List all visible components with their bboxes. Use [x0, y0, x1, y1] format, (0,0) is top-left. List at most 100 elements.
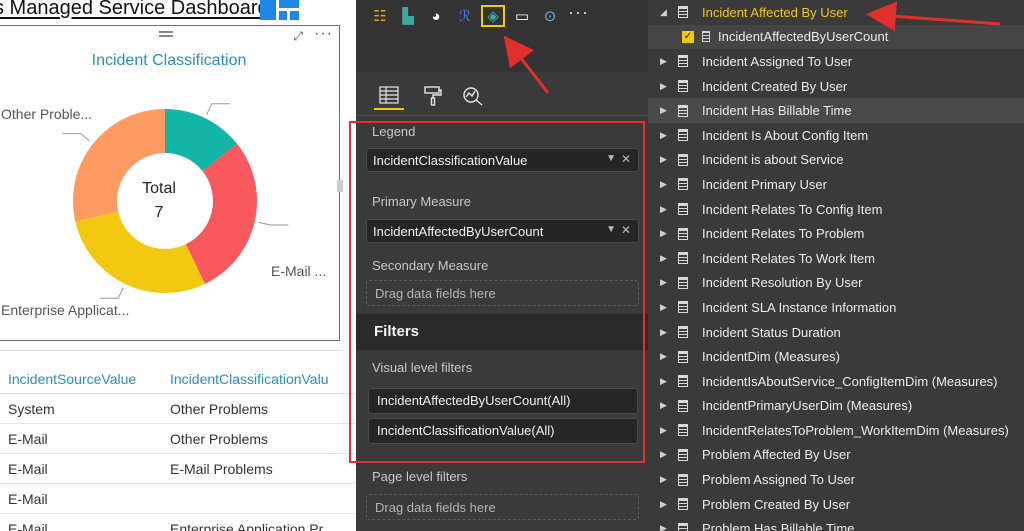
table-icon — [678, 424, 688, 437]
gauge-visual-icon[interactable]: ⊙ — [538, 5, 562, 27]
annotation-highlight-box — [349, 121, 645, 463]
table-item[interactable]: ▶ Incident Relates To Work Item — [648, 246, 1024, 271]
table-item[interactable]: ▶ IncidentPrimaryUserDim (Measures) — [648, 394, 1024, 419]
table-item[interactable]: ▶ Problem Assigned To User — [648, 467, 1024, 492]
expand-arrow-icon[interactable]: ▶ — [660, 327, 672, 338]
fields-tab-icon[interactable] — [374, 82, 404, 110]
analytics-tab-icon[interactable] — [458, 82, 488, 110]
table-icon — [678, 227, 688, 240]
table-row: E-Mail Other Problems — [0, 424, 356, 454]
expand-arrow-icon[interactable]: ▶ — [660, 449, 672, 460]
measure-icon — [702, 31, 710, 43]
table-icon — [678, 80, 688, 93]
table-item[interactable]: ▶ Incident Resolution By User — [648, 271, 1024, 296]
table-icon — [678, 473, 688, 486]
globe-visual-icon[interactable]: ◕ — [424, 5, 448, 27]
slice-label-enterprise: Enterprise Applicat... — [1, 302, 130, 318]
card-visual-icon[interactable]: ▭ — [510, 5, 534, 27]
table-item[interactable]: ▶ IncidentIsAboutService_ConfigItemDim (M… — [648, 369, 1024, 394]
expand-arrow-icon[interactable]: ▶ — [660, 204, 672, 215]
table-item[interactable]: ◢ Incident Affected By User — [648, 0, 1024, 25]
collapse-arrow-icon[interactable]: ◢ — [660, 7, 672, 18]
table-item[interactable]: ▶ IncidentRelatesToProblem_WorkItemDim (M… — [648, 418, 1024, 443]
expand-arrow-icon[interactable]: ▶ — [660, 277, 672, 288]
more-visuals-icon[interactable]: ··· — [568, 2, 589, 23]
table-icon — [678, 326, 688, 339]
format-paint-tab-icon[interactable] — [418, 82, 448, 110]
expand-arrow-icon[interactable]: ▶ — [660, 400, 672, 411]
field-label: IncidentAffectedByUserCount — [718, 29, 889, 45]
custom-visual-icon[interactable]: ◈ — [481, 5, 505, 27]
incident-table[interactable]: IncidentSourceValue IncidentClassificati… — [0, 364, 356, 531]
expand-arrow-icon[interactable]: ▶ — [660, 376, 672, 387]
field-label: Incident Primary User — [702, 176, 827, 192]
powerbi-desktop-window: s Managed Service Dashboard ⤢ ··· Incide… — [0, 0, 1024, 531]
expand-arrow-icon[interactable]: ▶ — [660, 228, 672, 239]
expand-arrow-icon[interactable]: ▶ — [660, 351, 672, 362]
field-label: Problem Affected By User — [702, 447, 851, 463]
table-item[interactable]: ▶ Incident SLA Instance Information — [648, 295, 1024, 320]
table-item[interactable]: ▶ Problem Created By User — [648, 492, 1024, 517]
table-item[interactable]: ▶ Problem Affected By User — [648, 443, 1024, 468]
field-label: Incident Relates To Work Item — [702, 250, 875, 266]
table-header-row: IncidentSourceValue IncidentClassificati… — [0, 364, 356, 394]
table-cell: E-Mail Problems — [170, 461, 273, 477]
table-item[interactable]: ▶ Incident Relates To Problem — [648, 221, 1024, 246]
fields-list: ◢ Incident Affected By User ✓ IncidentAffec… — [648, 0, 1024, 531]
slice-leader-line — [206, 103, 230, 115]
canvas-resize-handle[interactable] — [337, 180, 343, 192]
table-item[interactable]: ▶ Incident Assigned To User — [648, 49, 1024, 74]
expand-arrow-icon[interactable]: ▶ — [660, 105, 672, 116]
expand-arrow-icon[interactable]: ▶ — [660, 253, 672, 264]
checkbox-icon[interactable]: ✓ — [682, 30, 694, 43]
slice-label-other: Other Proble... — [1, 106, 93, 122]
r-script-visual-icon[interactable]: ℛ — [453, 5, 477, 27]
table-item[interactable]: ▶ Incident Primary User — [648, 172, 1024, 197]
table-item[interactable]: ▶ Problem Has Billable Time — [648, 516, 1024, 531]
page-filters-drop-zone[interactable]: Drag data fields here — [366, 494, 639, 520]
table-icon — [678, 276, 688, 289]
expand-arrow-icon[interactable]: ▶ — [660, 81, 672, 92]
table-item[interactable]: ▶ Incident is about Service — [648, 148, 1024, 173]
table-icon — [678, 104, 688, 117]
expand-arrow-icon[interactable]: ▶ — [660, 56, 672, 67]
table-item[interactable]: ▶ Incident Status Duration — [648, 320, 1024, 345]
field-label: IncidentRelatesToProblem_WorkItemDim (Me… — [702, 422, 1009, 438]
field-label: Problem Has Billable Time — [702, 521, 855, 531]
field-item[interactable]: ✓ IncidentAffectedByUserCount — [648, 24, 1024, 50]
page-level-filters-label: Page level filters — [372, 469, 468, 484]
field-label: Incident Relates To Config Item — [702, 201, 883, 217]
donut-chart-visual[interactable]: ⤢ ··· Incident Classification Total 7 Ot… — [0, 25, 340, 341]
table-visual-icon[interactable]: ☷ — [368, 5, 392, 27]
expand-arrow-icon[interactable]: ▶ — [660, 425, 672, 436]
expand-arrow-icon[interactable]: ▶ — [660, 154, 672, 165]
table-row: E-Mail — [0, 484, 356, 514]
table-icon — [678, 129, 688, 142]
table-item[interactable]: ▶ Incident Created By User — [648, 74, 1024, 99]
field-label: IncidentIsAboutService_ConfigItemDim (Me… — [702, 373, 998, 389]
table-item[interactable]: ▶ Incident Is About Config Item — [648, 123, 1024, 148]
table-icon — [678, 55, 688, 68]
field-label: Incident Affected By User — [702, 4, 848, 20]
donut-total-label: Total — [142, 180, 176, 197]
table-cell: E-Mail — [8, 431, 48, 447]
expand-arrow-icon[interactable]: ▶ — [660, 523, 672, 531]
expand-arrow-icon[interactable]: ▶ — [660, 474, 672, 485]
table-icon — [678, 6, 688, 19]
field-label: Incident Relates To Problem — [702, 226, 865, 242]
column-header-classification[interactable]: IncidentClassificationValu — [162, 364, 356, 393]
table-item[interactable]: ▶ Incident Has Billable Time — [648, 98, 1024, 123]
donut-total-value: 7 — [154, 204, 164, 221]
field-label: IncidentPrimaryUserDim (Measures) — [702, 398, 913, 414]
table-cell: Other Problems — [170, 431, 269, 447]
expand-arrow-icon[interactable]: ▶ — [660, 130, 672, 141]
table-item[interactable]: ▶ IncidentDim (Measures) — [648, 344, 1024, 369]
donut-slice[interactable] — [75, 211, 205, 293]
expand-arrow-icon[interactable]: ▶ — [660, 179, 672, 190]
field-label: Incident Created By User — [702, 78, 848, 94]
waterfall-visual-icon[interactable]: ▙ — [396, 5, 420, 27]
expand-arrow-icon[interactable]: ▶ — [660, 499, 672, 510]
expand-arrow-icon[interactable]: ▶ — [660, 302, 672, 313]
column-header-source[interactable]: IncidentSourceValue — [0, 364, 162, 393]
table-item[interactable]: ▶ Incident Relates To Config Item — [648, 197, 1024, 222]
